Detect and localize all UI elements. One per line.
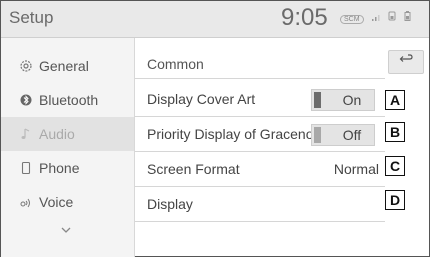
callout-badge-d: D (385, 190, 405, 210)
setting-label: Display Cover Art (147, 91, 256, 107)
setting-label: Screen Format (147, 161, 240, 177)
setting-row-priority-display-gracenote[interactable]: Priority Display of Gracenote Off (135, 117, 385, 151)
sidebar-item-label: Audio (39, 126, 75, 142)
section-title: Common (147, 56, 204, 72)
divider (135, 221, 385, 222)
sidebar-item-audio[interactable]: Audio (1, 117, 134, 151)
toggle-value: On (342, 92, 362, 108)
sidebar-item-phone[interactable]: Phone (1, 151, 134, 185)
setup-screen: Setup 9:05 SCM General Bluetooth Audio P… (0, 0, 430, 257)
chevron-down-icon[interactable] (59, 223, 73, 237)
back-arrow-icon (398, 53, 414, 70)
toggle-indicator (314, 127, 321, 143)
divider (135, 78, 385, 79)
settings-panel: Common Display Cover Art On A Priority D… (135, 38, 429, 257)
music-note-icon (19, 127, 33, 141)
back-button[interactable] (388, 50, 424, 74)
voice-icon (19, 195, 33, 209)
callout-badge-b: B (385, 122, 405, 142)
sidebar-item-label: Bluetooth (39, 92, 99, 108)
phone-battery-icon (388, 11, 396, 23)
setting-label: Priority Display of Gracenote (147, 126, 326, 142)
battery-icon (404, 11, 411, 23)
sidebar-item-general[interactable]: General (1, 49, 134, 83)
toggle-indicator (314, 92, 321, 108)
phone-icon (19, 161, 33, 175)
section-header: Common (135, 48, 385, 76)
sidebar: General Bluetooth Audio Phone Voice (1, 38, 135, 257)
clock: 9:05 (281, 4, 328, 31)
setting-row-screen-format[interactable]: Screen Format Normal (135, 152, 385, 186)
gear-icon (19, 59, 33, 73)
scm-icon: SCM (340, 15, 364, 24)
signal-icon (371, 13, 380, 23)
display-cover-art-toggle[interactable]: On (311, 89, 375, 111)
setting-label: Display (147, 196, 193, 212)
sidebar-item-label: Phone (39, 160, 80, 176)
priority-display-gracenote-toggle[interactable]: Off (311, 124, 375, 146)
status-icons: SCM (340, 11, 417, 24)
sidebar-item-bluetooth[interactable]: Bluetooth (1, 83, 134, 117)
callout-badge-c: C (385, 156, 405, 176)
toggle-value: Off (342, 127, 362, 143)
title-bar: Setup 9:05 SCM (1, 1, 429, 38)
callout-badge-a: A (385, 90, 405, 110)
sidebar-item-label: General (39, 58, 89, 74)
bluetooth-icon (19, 93, 33, 107)
screen-format-value: Normal (333, 161, 379, 177)
setting-row-display-cover-art[interactable]: Display Cover Art On (135, 82, 385, 116)
page-title: Setup (9, 8, 54, 27)
sidebar-item-label: Voice (39, 194, 74, 210)
setting-row-display[interactable]: Display (135, 187, 385, 221)
sidebar-item-voice[interactable]: Voice (1, 185, 134, 219)
